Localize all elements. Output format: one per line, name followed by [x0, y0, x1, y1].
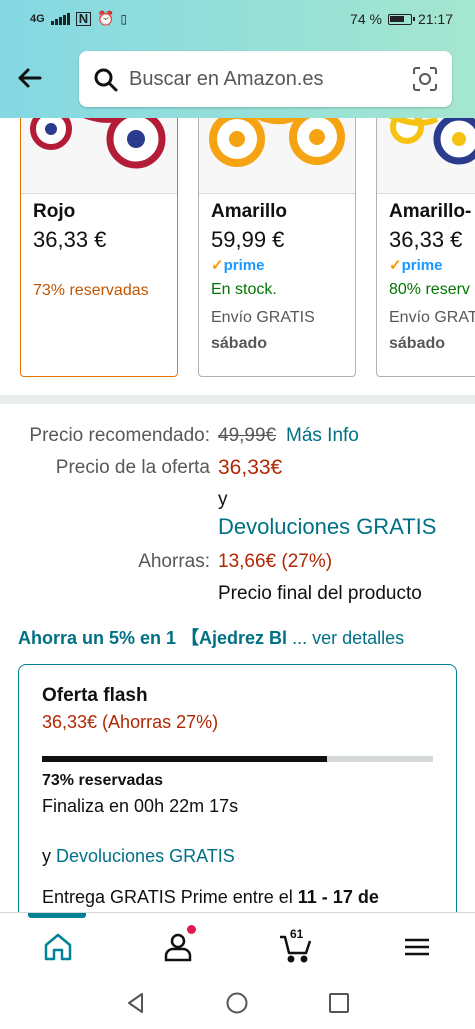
deal-returns: y Devoluciones GRATIS [42, 846, 235, 866]
notification-dot [187, 925, 196, 934]
variant-card-amarillo[interactable]: Amarillo 59,99 € ✓prime En stock. Envío … [198, 118, 356, 377]
bottom-nav: 61 [0, 912, 475, 978]
variant-price: 36,33 € [389, 227, 463, 252]
offer-price-value: 36,33€ [218, 456, 283, 479]
product-image [377, 118, 475, 194]
variant-availability: 80% reserv [389, 281, 470, 298]
deal-delivery: Entrega GRATIS Prime entre el 11 - 17 de [42, 887, 379, 907]
more-info-link[interactable]: Más Info [286, 425, 359, 447]
variant-availability: En stock. [211, 281, 277, 298]
clock: 21:17 [417, 11, 453, 27]
recommended-price-value: 49,99€ [218, 425, 277, 446]
final-price-note: Precio final del producto [218, 583, 422, 604]
system-nav-bar [0, 978, 475, 1029]
claimed-progress-bar [42, 756, 433, 762]
signal-icon [50, 12, 70, 25]
alarm-icon: ⏰ [97, 10, 115, 26]
promo-banner[interactable]: Ahorra un 5% en 1 【Ajedrez Bl ... ver de… [18, 624, 404, 650]
section-divider [0, 395, 475, 404]
flash-deal-box: Oferta flash 36,33€ (Ahorras 27%) 73% re… [18, 664, 457, 934]
nfc-icon: N [75, 11, 92, 26]
variant-name: Rojo [33, 201, 76, 222]
free-returns-link[interactable]: Devoluciones GRATIS [218, 514, 436, 540]
product-image [21, 118, 177, 194]
system-home-icon[interactable] [225, 991, 249, 1020]
system-back-icon[interactable] [124, 991, 148, 1020]
search-input[interactable]: Buscar en Amazon.es [129, 68, 324, 91]
product-image [199, 118, 355, 194]
active-tab-indicator [28, 913, 86, 918]
delivery-dates: 11 - 17 de [297, 887, 379, 907]
menu-icon[interactable] [399, 929, 435, 965]
camera-scan-icon[interactable] [412, 66, 438, 97]
variant-delivery-day: sábado [211, 335, 268, 352]
flash-deal-title: Oferta flash [42, 685, 148, 706]
variant-card-rojo[interactable]: Rojo 36,33 € 73% reservadas [20, 118, 178, 377]
variant-availability: 73% reservadas [33, 282, 149, 299]
variant-name: Amarillo- [389, 201, 472, 222]
home-icon[interactable] [40, 929, 76, 965]
battery-percent: 74 % [350, 11, 382, 27]
cart-count: 61 [290, 927, 304, 941]
variant-card-amarillo-2[interactable]: Amarillo- 36,33 € ✓prime 80% reserv Enví… [376, 118, 475, 377]
search-bar[interactable]: Buscar en Amazon.es [79, 51, 452, 107]
prime-badge: ✓prime [389, 257, 443, 274]
promo-details-link[interactable]: ... ver detalles [292, 628, 404, 648]
variant-price: 36,33 € [33, 227, 107, 252]
variant-carousel: Rojo 36,33 € 73% reservadas Amarillo 59,… [0, 118, 475, 388]
status-bar: 4G N ⏰ ▯ 74 % 21:17 [0, 0, 475, 40]
and-text: y [218, 489, 228, 510]
deal-countdown: Finaliza en 00h 22m 17s [42, 796, 239, 816]
claimed-label: 73% reservadas [42, 772, 163, 789]
network-label: 4G [30, 12, 45, 25]
variant-shipping: Envío GRAT [389, 309, 475, 326]
system-recents-icon[interactable] [327, 991, 351, 1020]
offer-price-label: Precio de la oferta [55, 457, 210, 478]
claimed-progress-fill [42, 756, 328, 762]
variant-price: 59,99 € [211, 227, 285, 252]
variant-delivery-day: sábado [389, 335, 446, 352]
account-icon[interactable] [160, 929, 196, 965]
battery-icon [387, 13, 415, 25]
variant-shipping: Envío GRATIS [211, 309, 315, 326]
savings-label: Ahorras: [138, 551, 210, 572]
deal-free-returns-link[interactable]: Devoluciones GRATIS [56, 846, 235, 866]
savings-value: 13,66€ (27%) [218, 551, 333, 572]
promo-text: Ahorra un 5% en 1 【Ajedrez Bl [18, 628, 288, 648]
flash-deal-price: 36,33€ (Ahorras 27%) [42, 712, 219, 732]
variant-name: Amarillo [211, 201, 288, 222]
recommended-price-label: Precio recomendado: [29, 425, 210, 446]
header: 4G N ⏰ ▯ 74 % 21:17 Buscar en Amazon.es [0, 0, 475, 118]
prime-badge: ✓prime [211, 257, 265, 274]
back-arrow-icon[interactable] [14, 62, 46, 94]
search-icon [93, 67, 119, 98]
vibrate-icon: ▯ [120, 11, 128, 26]
